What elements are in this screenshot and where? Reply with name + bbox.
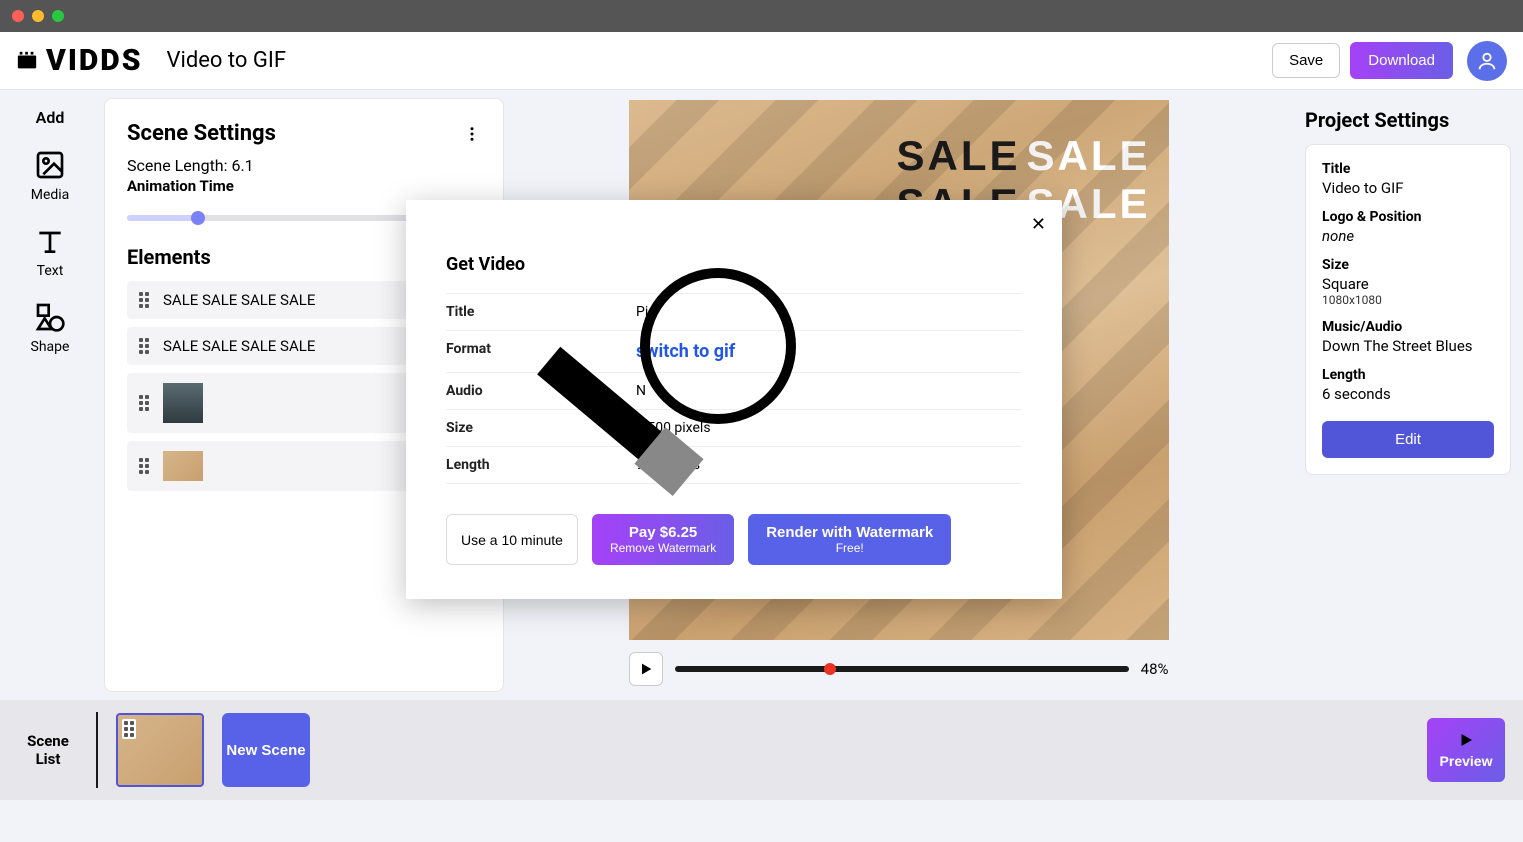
image-thumb [163,451,203,481]
window-titlebar [0,0,1523,32]
logo: VIDDS [16,43,143,78]
play-icon [638,661,654,677]
topbar: VIDDS Video to GIF Save Download [0,32,1523,90]
project-settings-heading: Project Settings [1305,108,1511,132]
sidebar-item-shape[interactable]: Shape [31,301,70,355]
scene-thumbnail[interactable] [116,713,204,787]
ps-music-value: Down The Street Blues [1322,337,1494,355]
ps-music-label: Music/Audio [1322,319,1494,335]
ps-size-value: Square [1322,275,1494,293]
play-button[interactable] [629,652,663,686]
sidebar-item-media[interactable]: Media [31,149,70,203]
play-icon [1457,731,1475,749]
preview-button[interactable]: Preview [1427,718,1505,782]
ps-title-value: Video to GIF [1322,179,1494,197]
drag-handle-icon[interactable] [139,338,149,354]
modal-title: Get Video [446,254,1022,275]
sidebar-add-label: Add [36,108,65,127]
pay-button[interactable]: Pay $6.25 Remove Watermark [592,514,734,565]
page-title: Video to GIF [167,48,287,73]
modal-audio-label: Audio [446,383,636,399]
more-vertical-icon[interactable] [463,125,481,143]
drag-handle-icon[interactable] [122,719,136,739]
scene-length-label: Scene Length: 6.1 [127,156,481,175]
text-icon [34,225,66,257]
modal-length-value: 9 seconds [636,457,1022,473]
user-icon [1476,50,1498,72]
timeline-thumb-icon[interactable] [824,663,836,675]
sidebar-shape-label: Shape [31,339,70,355]
window-maximize-icon[interactable] [52,10,64,22]
shape-icon [34,301,66,333]
ps-length-label: Length [1322,367,1494,383]
modal-audio-value: N [636,383,1022,399]
project-settings-panel: Project Settings Title Video to GIF Logo… [1293,90,1523,700]
element-label: SALE SALE SALE SALE [163,337,315,355]
edit-button[interactable]: Edit [1322,421,1494,458]
timeline-slider[interactable] [675,666,1129,672]
ps-size-sub: 1080x1080 [1322,293,1494,307]
logo-icon [16,50,38,72]
animation-time-label: Animation Time [127,177,481,195]
scene-list-label: Scene List [18,732,78,768]
save-button[interactable]: Save [1272,43,1340,78]
modal-length-label: Length [446,457,636,473]
scene-settings-title: Scene Settings [127,121,276,146]
drag-handle-icon[interactable] [139,395,149,411]
avatar[interactable] [1467,41,1507,81]
switch-to-gif-link[interactable]: switch to gif [636,341,735,362]
modal-title-value: Pi [636,304,1022,320]
modal-size-label: Size [446,420,636,436]
modal-size-value: 5 500 pixels [636,420,1022,436]
divider [96,712,98,788]
sidebar-text-label: Text [37,263,64,279]
image-thumb [163,383,203,423]
download-button[interactable]: Download [1350,42,1453,79]
image-icon [34,149,66,181]
ps-size-label: Size [1322,257,1494,273]
modal-format-label: Format [446,341,636,362]
sidebar-media-label: Media [31,187,70,203]
logo-text: VIDDS [46,43,143,78]
window-minimize-icon[interactable] [32,10,44,22]
slider-thumb-icon[interactable] [191,211,205,225]
bottombar: Scene List New Scene Preview [0,700,1523,800]
ps-title-label: Title [1322,161,1494,177]
new-scene-button[interactable]: New Scene [222,713,310,787]
close-icon[interactable]: ✕ [1031,214,1046,235]
drag-handle-icon[interactable] [139,458,149,474]
use-coupon-button[interactable]: Use a 10 minute [446,514,578,565]
modal-title-label: Title [446,304,636,320]
drag-handle-icon[interactable] [139,292,149,308]
ps-length-value: 6 seconds [1322,385,1494,403]
sidebar-item-text[interactable]: Text [34,225,66,279]
timeline-percent: 48% [1141,660,1169,678]
window-close-icon[interactable] [12,10,24,22]
ps-logo-label: Logo & Position [1322,209,1494,225]
render-watermark-button[interactable]: Render with Watermark Free! [748,514,951,565]
ps-logo-value: none [1322,227,1494,245]
element-label: SALE SALE SALE SALE [163,291,315,309]
get-video-modal: ✕ Get Video TitlePi Formatswitch to gif … [406,200,1062,599]
sidebar: Add Media Text Shape [0,90,100,700]
